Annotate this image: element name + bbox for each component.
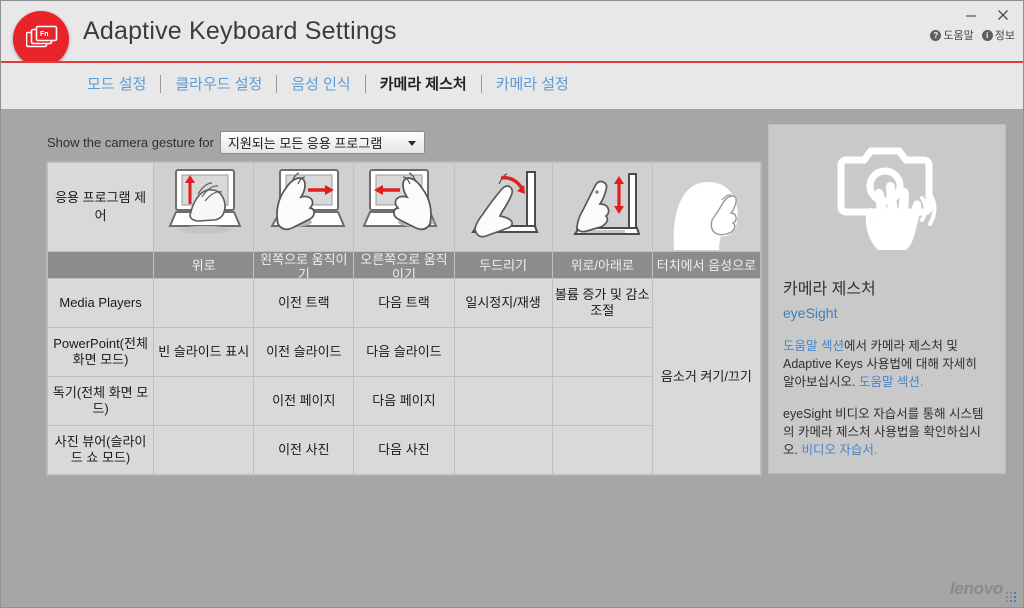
cell-reader-tap: [454, 377, 552, 426]
app-logo: Fn: [13, 11, 69, 67]
help-link-label: 도움말: [943, 27, 973, 43]
gesture-filter-label: Show the camera gesture for: [47, 135, 214, 150]
info-link[interactable]: i 정보: [982, 27, 1015, 43]
help-link[interactable]: ? 도움말: [930, 27, 973, 43]
cell-photo-up: [154, 426, 254, 475]
adaptive-keyboard-settings-window: Fn Adaptive Keyboard Settings ? 도움말: [0, 0, 1024, 608]
help-section-link[interactable]: 도움말 섹션.: [859, 375, 923, 389]
gesture-icon-row: 응용 프로그램 제어: [48, 163, 761, 252]
content-area: Show the camera gesture for 지원되는 모든 응용 프…: [1, 109, 1024, 608]
gesture-icon-move-left: [254, 163, 354, 252]
gesture-label-row: 위로 왼쪽으로 움직이기 오른쪽으로 움직이기 두드리기 위로/아래로 터치에서…: [48, 252, 761, 279]
info-panel-title: 카메라 제스처: [783, 275, 1005, 299]
gesture-label-swipe-up: 위로: [154, 252, 254, 279]
laptop-tap-icon: [457, 164, 550, 250]
cell-ppt-up: 빈 슬라이드 표시: [154, 328, 254, 377]
cell-mute-toggle: 음소거 켜기/끄기: [652, 279, 760, 475]
tab-camera-settings[interactable]: 카메라 설정: [482, 71, 583, 96]
lenovo-dots-icon: [1006, 590, 1017, 601]
lenovo-wordmark: lenovo: [950, 579, 1003, 599]
gesture-label-tap: 두드리기: [454, 252, 552, 279]
row-label-photo-viewer: 사진 뷰어(슬라이드 쇼 모드): [48, 426, 154, 475]
gesture-label-up-down: 위로/아래로: [552, 252, 652, 279]
page-title: Adaptive Keyboard Settings: [83, 17, 397, 46]
question-mark-circle-icon: ?: [930, 30, 941, 41]
info-panel-brand-link[interactable]: eyeSight: [783, 305, 837, 321]
gesture-label-touch-to-voice: 터치에서 음성으로: [652, 252, 760, 279]
tab-list: 모드 설정 클라우드 설정 음성 인식 카메라 제스처 카메라 설정: [73, 71, 583, 96]
application-filter-dropdown[interactable]: 지원되는 모든 응용 프로그램: [220, 131, 425, 154]
video-tutorial-link[interactable]: 비디오 자습서.: [801, 443, 877, 457]
application-filter-value: 지원되는 모든 응용 프로그램: [228, 133, 382, 152]
cell-photo-left: 이전 사진: [254, 426, 354, 475]
laptop-hand-right-arrow-icon: [256, 164, 351, 250]
gesture-icon-touch-to-voice: [652, 163, 760, 252]
info-paragraph-help: 도움말 섹션에서 카메라 제스처 및 Adaptive Keys 사용법에 대해…: [783, 337, 991, 391]
tab-cloud-settings[interactable]: 클라우드 설정: [161, 71, 276, 96]
gesture-label-move-right: 오른쪽으로 움직이기: [354, 252, 454, 279]
cell-reader-right: 다음 페이지: [354, 377, 454, 426]
cell-ppt-tap: [454, 328, 552, 377]
title-bar: Fn Adaptive Keyboard Settings ? 도움말: [1, 1, 1024, 61]
laptop-hand-up-icon: [156, 164, 251, 250]
cell-reader-left: 이전 페이지: [254, 377, 354, 426]
svg-text:Fn: Fn: [40, 31, 49, 38]
tab-bar: 모드 설정 클라우드 설정 음성 인식 카메라 제스처 카메라 설정: [1, 61, 1024, 111]
row-label-media-players: Media Players: [48, 279, 154, 328]
help-section-link-leading[interactable]: 도움말 섹션: [783, 339, 844, 353]
laptop-hand-left-arrow-icon: [356, 164, 451, 250]
cell-reader-updown: [552, 377, 652, 426]
info-paragraph-video: eyeSight 비디오 자습서를 통해 시스템의 카메라 제스처 사용법을 확…: [783, 405, 991, 459]
row-label-powerpoint: PowerPoint(전체 화면 모드): [48, 328, 154, 377]
cell-photo-updown: [552, 426, 652, 475]
cell-ppt-updown: [552, 328, 652, 377]
cell-media-left: 이전 트랙: [254, 279, 354, 328]
info-panel: 카메라 제스처 eyeSight 도움말 섹션에서 카메라 제스처 및 Adap…: [768, 124, 1006, 474]
info-link-label: 정보: [995, 27, 1015, 43]
gesture-label-blank: [48, 252, 154, 279]
cell-ppt-right: 다음 슬라이드: [354, 328, 454, 377]
camera-waving-hand-icon: [822, 138, 952, 263]
gesture-filter-row: Show the camera gesture for 지원되는 모든 응용 프…: [47, 131, 425, 154]
info-circle-icon: i: [982, 30, 993, 41]
cell-reader-up: [154, 377, 254, 426]
window-controls: [963, 7, 1011, 23]
tab-camera-gesture[interactable]: 카메라 제스처: [366, 71, 481, 96]
laptop-fist-updown-icon: [555, 164, 650, 250]
tab-mode-settings[interactable]: 모드 설정: [73, 71, 160, 96]
table-row: Media Players 이전 트랙 다음 트랙 일시정지/재생 볼륨 증가 …: [48, 279, 761, 328]
minimize-button[interactable]: [963, 7, 979, 23]
cell-media-right: 다음 트랙: [354, 279, 454, 328]
gesture-icon-tap: [454, 163, 552, 252]
gesture-table: 응용 프로그램 제어: [47, 162, 761, 475]
cell-media-up: [154, 279, 254, 328]
chevron-down-icon: [408, 141, 416, 146]
info-hero-icon-area: [769, 125, 1005, 275]
gesture-icon-up-down: [552, 163, 652, 252]
gesture-icon-move-right: [354, 163, 454, 252]
gesture-label-move-left: 왼쪽으로 움직이기: [254, 252, 354, 279]
row-label-reader: 독기(전체 화면 모드): [48, 377, 154, 426]
gesture-table-container: 응용 프로그램 제어: [46, 161, 762, 476]
cell-photo-tap: [454, 426, 552, 475]
help-info-links: ? 도움말 i 정보: [930, 27, 1015, 43]
cell-ppt-left: 이전 슬라이드: [254, 328, 354, 377]
cell-photo-right: 다음 사진: [354, 426, 454, 475]
tab-voice-recognition[interactable]: 음성 인식: [277, 71, 364, 96]
close-button[interactable]: [995, 7, 1011, 23]
category-header: 응용 프로그램 제어: [48, 163, 154, 252]
cell-media-tap: 일시정지/재생: [454, 279, 552, 328]
head-finger-voice-icon: [655, 164, 758, 250]
cell-media-updown: 볼륨 증가 및 감소 조절: [552, 279, 652, 328]
gesture-icon-swipe-up: [154, 163, 254, 252]
